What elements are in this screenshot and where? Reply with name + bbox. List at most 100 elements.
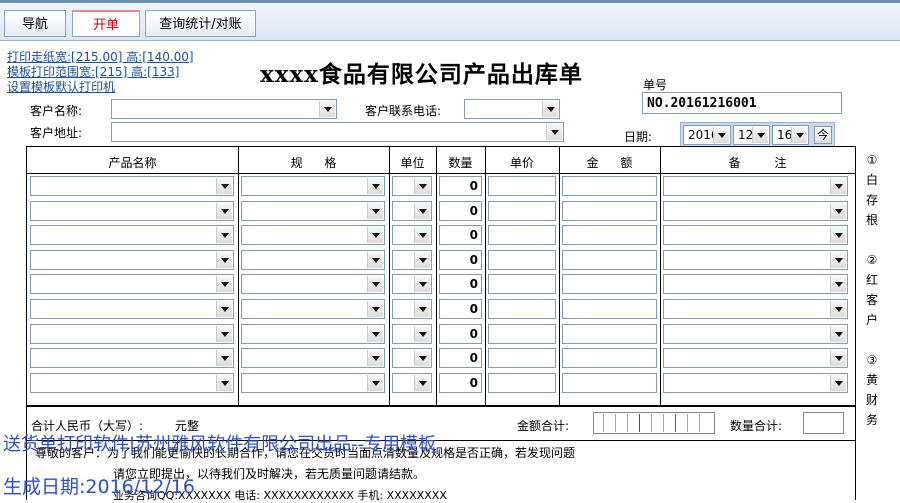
- remark-combo[interactable]: [663, 201, 848, 221]
- digit-separator: [663, 414, 664, 432]
- product-name-combo[interactable]: [30, 299, 234, 319]
- amount-field[interactable]: [562, 201, 657, 221]
- quantity-field[interactable]: 0: [439, 176, 482, 196]
- chevron-down-icon: [367, 203, 383, 219]
- remark-combo[interactable]: [663, 324, 848, 344]
- unit-combo[interactable]: [392, 348, 432, 368]
- chevron-down-icon: [414, 227, 430, 243]
- digit-separator: [639, 414, 640, 432]
- qty-total-field[interactable]: [803, 412, 844, 434]
- quantity-field[interactable]: 0: [439, 274, 482, 294]
- column-divider: [485, 147, 486, 405]
- chevron-down-icon: [414, 350, 430, 366]
- spec-combo[interactable]: [241, 348, 385, 368]
- spec-combo[interactable]: [241, 250, 385, 270]
- date-today-button[interactable]: 今: [814, 126, 832, 144]
- unit-price-field[interactable]: [488, 274, 556, 294]
- unit-price-field[interactable]: [488, 225, 556, 245]
- amount-field[interactable]: [562, 324, 657, 344]
- unit-price-field[interactable]: [488, 299, 556, 319]
- unit-combo[interactable]: [392, 225, 432, 245]
- amount-field[interactable]: [562, 373, 657, 393]
- chevron-down-icon: [367, 178, 383, 194]
- product-name-combo[interactable]: [30, 324, 234, 344]
- remark-combo[interactable]: [663, 225, 848, 245]
- unit-price-field[interactable]: [488, 348, 556, 368]
- unit-price-field[interactable]: [488, 250, 556, 270]
- remark-combo[interactable]: [663, 373, 848, 393]
- amount-total-label: 金额合计:: [517, 419, 570, 433]
- spec-combo[interactable]: [241, 176, 385, 196]
- spec-combo[interactable]: [241, 373, 385, 393]
- unit-combo[interactable]: [392, 250, 432, 270]
- unit-combo[interactable]: [392, 299, 432, 319]
- spec-combo[interactable]: [241, 274, 385, 294]
- remark-combo[interactable]: [663, 274, 848, 294]
- chevron-down-icon: [216, 227, 232, 243]
- date-year-select[interactable]: 2016: [683, 125, 731, 145]
- remark-combo[interactable]: [663, 299, 848, 319]
- product-name-combo[interactable]: [30, 373, 234, 393]
- unit-combo[interactable]: [392, 176, 432, 196]
- amount-field[interactable]: [562, 348, 657, 368]
- quantity-field[interactable]: 0: [439, 324, 482, 344]
- quantity-field[interactable]: 0: [439, 250, 482, 270]
- amount-field[interactable]: [562, 176, 657, 196]
- tab-query-statistics[interactable]: 查询统计/对账: [145, 10, 256, 37]
- tab-navigation[interactable]: 导航: [4, 10, 66, 37]
- date-day-select[interactable]: 16: [772, 125, 809, 145]
- amount-field[interactable]: [562, 274, 657, 294]
- chevron-down-icon: [367, 276, 383, 292]
- default-printer-link[interactable]: 设置模板默认打印机: [7, 80, 115, 94]
- unit-price-field[interactable]: [488, 324, 556, 344]
- product-name-combo[interactable]: [30, 176, 234, 196]
- copy-char: 务: [865, 413, 878, 427]
- chevron-down-icon: [830, 178, 846, 194]
- spec-combo[interactable]: [241, 299, 385, 319]
- remark-combo[interactable]: [663, 250, 848, 270]
- unit-combo[interactable]: [392, 201, 432, 221]
- spec-combo[interactable]: [241, 225, 385, 245]
- copy-char: 户: [865, 313, 878, 327]
- product-name-combo[interactable]: [30, 348, 234, 368]
- spec-combo[interactable]: [241, 201, 385, 221]
- quantity-field[interactable]: 0: [439, 348, 482, 368]
- tab-create-order[interactable]: 开单: [72, 10, 140, 37]
- unit-price-field[interactable]: [488, 373, 556, 393]
- spec-combo[interactable]: [241, 324, 385, 344]
- customer-address-combo[interactable]: [111, 122, 564, 142]
- unit-combo[interactable]: [392, 373, 432, 393]
- column-divider: [238, 147, 239, 405]
- quantity-field[interactable]: 0: [439, 373, 482, 393]
- date-month-select[interactable]: 12: [733, 125, 770, 145]
- chevron-down-icon: [414, 203, 430, 219]
- header-unit: 单位: [400, 156, 425, 170]
- remark-combo[interactable]: [663, 348, 848, 368]
- quantity-field[interactable]: 0: [439, 201, 482, 221]
- chevron-down-icon: [713, 127, 729, 143]
- chevron-down-icon: [830, 276, 846, 292]
- unit-combo[interactable]: [392, 324, 432, 344]
- quantity-field[interactable]: 0: [439, 299, 482, 319]
- product-name-combo[interactable]: [30, 201, 234, 221]
- digit-separator: [603, 414, 604, 432]
- unit-price-field[interactable]: [488, 201, 556, 221]
- copy-char: 根: [865, 213, 878, 227]
- amount-field[interactable]: [562, 299, 657, 319]
- remark-combo[interactable]: [663, 176, 848, 196]
- template-range-link[interactable]: 模板打印范围宽:[215] 高:[133]: [7, 65, 179, 79]
- product-name-combo[interactable]: [30, 274, 234, 294]
- quantity-field[interactable]: 0: [439, 225, 482, 245]
- order-no-field[interactable]: NO.20161216001: [642, 92, 842, 114]
- customer-name-combo[interactable]: [111, 99, 337, 119]
- date-day-value: 16: [777, 128, 793, 142]
- unit-price-field[interactable]: [488, 176, 556, 196]
- product-name-combo[interactable]: [30, 250, 234, 270]
- product-name-combo[interactable]: [30, 225, 234, 245]
- unit-combo[interactable]: [392, 274, 432, 294]
- amount-total-field[interactable]: [593, 412, 715, 434]
- customer-phone-combo[interactable]: [464, 99, 560, 119]
- amount-field[interactable]: [562, 250, 657, 270]
- paper-size-link[interactable]: 打印走纸宽:[215.00] 高:[140.00]: [7, 50, 194, 64]
- amount-field[interactable]: [562, 225, 657, 245]
